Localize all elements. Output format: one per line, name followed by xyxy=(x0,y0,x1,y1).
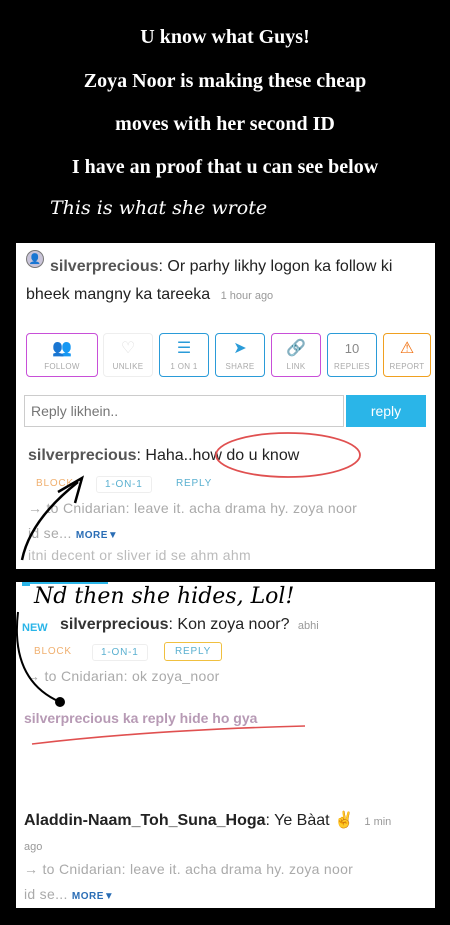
replies-label: REPLIES xyxy=(334,361,370,371)
reply-input[interactable] xyxy=(24,395,344,427)
link-button[interactable]: 🔗 LINK xyxy=(271,333,321,377)
follow-label: FOLLOW xyxy=(44,361,80,371)
handwritten-wrote: This is what she wrote xyxy=(50,197,268,219)
reply-3-username[interactable]: Aladdin-Naam_Toh_Suna_Hoga xyxy=(24,812,266,829)
reply-3-message: : Ye Bàat ✌️ xyxy=(265,812,354,829)
reply-3-time: 1 min xyxy=(364,816,392,828)
reply-2-text: silverprecious: Kon zoya noor? abhi xyxy=(60,616,319,634)
report-label: REPORT xyxy=(389,361,425,371)
handwritten-hides: Nd then she hides, Lol! xyxy=(30,584,299,609)
reply-1-to-line: → to Cnidarian: leave it. acha drama hy.… xyxy=(28,500,358,516)
one-on-one-label: 1 ON 1 xyxy=(170,361,198,371)
chat-icon: ☰ xyxy=(176,339,192,357)
reply-chip-2[interactable]: REPLY xyxy=(164,642,223,661)
reply-3-time-2: ago xyxy=(24,841,43,853)
caption-line-3: moves with her second ID xyxy=(115,113,335,135)
unlike-label: UNLIKE xyxy=(112,361,144,371)
share-button[interactable]: ➤ SHARE xyxy=(215,333,265,377)
screenshot-panel-2: NEW silverprecious: Kon zoya noor? abhi … xyxy=(16,582,435,908)
screenshot-panel-1: 👤 silverprecious: Or parhy likhy logon k… xyxy=(16,243,435,569)
share-label: SHARE xyxy=(225,361,255,371)
block-chip-2[interactable]: BLOCK xyxy=(26,644,80,659)
reply-2-message: : Kon zoya noor? xyxy=(168,616,290,633)
reply-3-text: Aladdin-Naam_Toh_Suna_Hoga: Ye Bàat ✌️ 1… xyxy=(24,810,428,830)
reply-2-time: abhi xyxy=(297,620,319,632)
reply-1-to-line-2: id se... MORE▼ xyxy=(28,525,119,541)
reply-3-to-line: → to Cnidarian: leave it. acha drama hy.… xyxy=(24,861,354,877)
reply-2-username[interactable]: silverprecious xyxy=(60,616,169,633)
caption-line-1: U know what Guys! xyxy=(140,26,310,48)
caption-line-2: Zoya Noor is making these cheap xyxy=(83,70,367,92)
one-on-one-button[interactable]: ☰ 1 ON 1 xyxy=(159,333,209,377)
reply-1-username[interactable]: silverprecious xyxy=(28,447,137,464)
post-time: 1 hour ago xyxy=(220,290,274,302)
link-label: LINK xyxy=(286,361,306,371)
more-link-3[interactable]: MORE▼ xyxy=(72,891,114,902)
more-link-1[interactable]: MORE▼ xyxy=(76,530,118,541)
new-badge: NEW xyxy=(22,622,48,634)
share-icon: ➤ xyxy=(233,339,247,357)
reply-chip-1[interactable]: REPLY xyxy=(168,476,220,491)
reply-1-faded: itni decent or sliver id se ahm ahm xyxy=(28,547,251,563)
follow-icon: 👥 xyxy=(52,339,72,357)
heart-icon: ♡ xyxy=(120,339,136,357)
report-button[interactable]: ⚠ REPORT xyxy=(383,333,431,377)
reply-1-message: : Haha..how do u know xyxy=(136,447,300,464)
link-icon: 🔗 xyxy=(286,339,306,357)
caption-line-4: I have an proof that u can see below xyxy=(71,156,379,178)
follow-button[interactable]: 👥 FOLLOW xyxy=(26,333,98,377)
block-chip-1[interactable]: BLOCK xyxy=(28,476,82,491)
hidden-reply-notice: silverprecious ka reply hide ho gya xyxy=(24,710,258,726)
reply-2-to-line: → to Cnidarian: ok zoya_noor xyxy=(26,668,220,684)
replies-count: 10 xyxy=(344,340,360,356)
one-on-one-chip-2[interactable]: 1-ON-1 xyxy=(92,644,148,661)
warning-icon: ⚠ xyxy=(399,339,415,357)
reply-3-to-line-2: id se... MORE▼ xyxy=(24,886,115,902)
post-username[interactable]: silverprecious xyxy=(50,258,159,275)
post-text: silverprecious: Or parhy likhy logon ka … xyxy=(26,253,426,310)
one-on-one-chip-1[interactable]: 1-ON-1 xyxy=(96,476,152,493)
reply-button[interactable]: reply xyxy=(346,395,426,427)
unlike-button[interactable]: ♡ UNLIKE xyxy=(103,333,153,377)
replies-button[interactable]: 10 REPLIES xyxy=(327,333,377,377)
reply-1-text: silverprecious: Haha..how do u know xyxy=(28,447,299,465)
